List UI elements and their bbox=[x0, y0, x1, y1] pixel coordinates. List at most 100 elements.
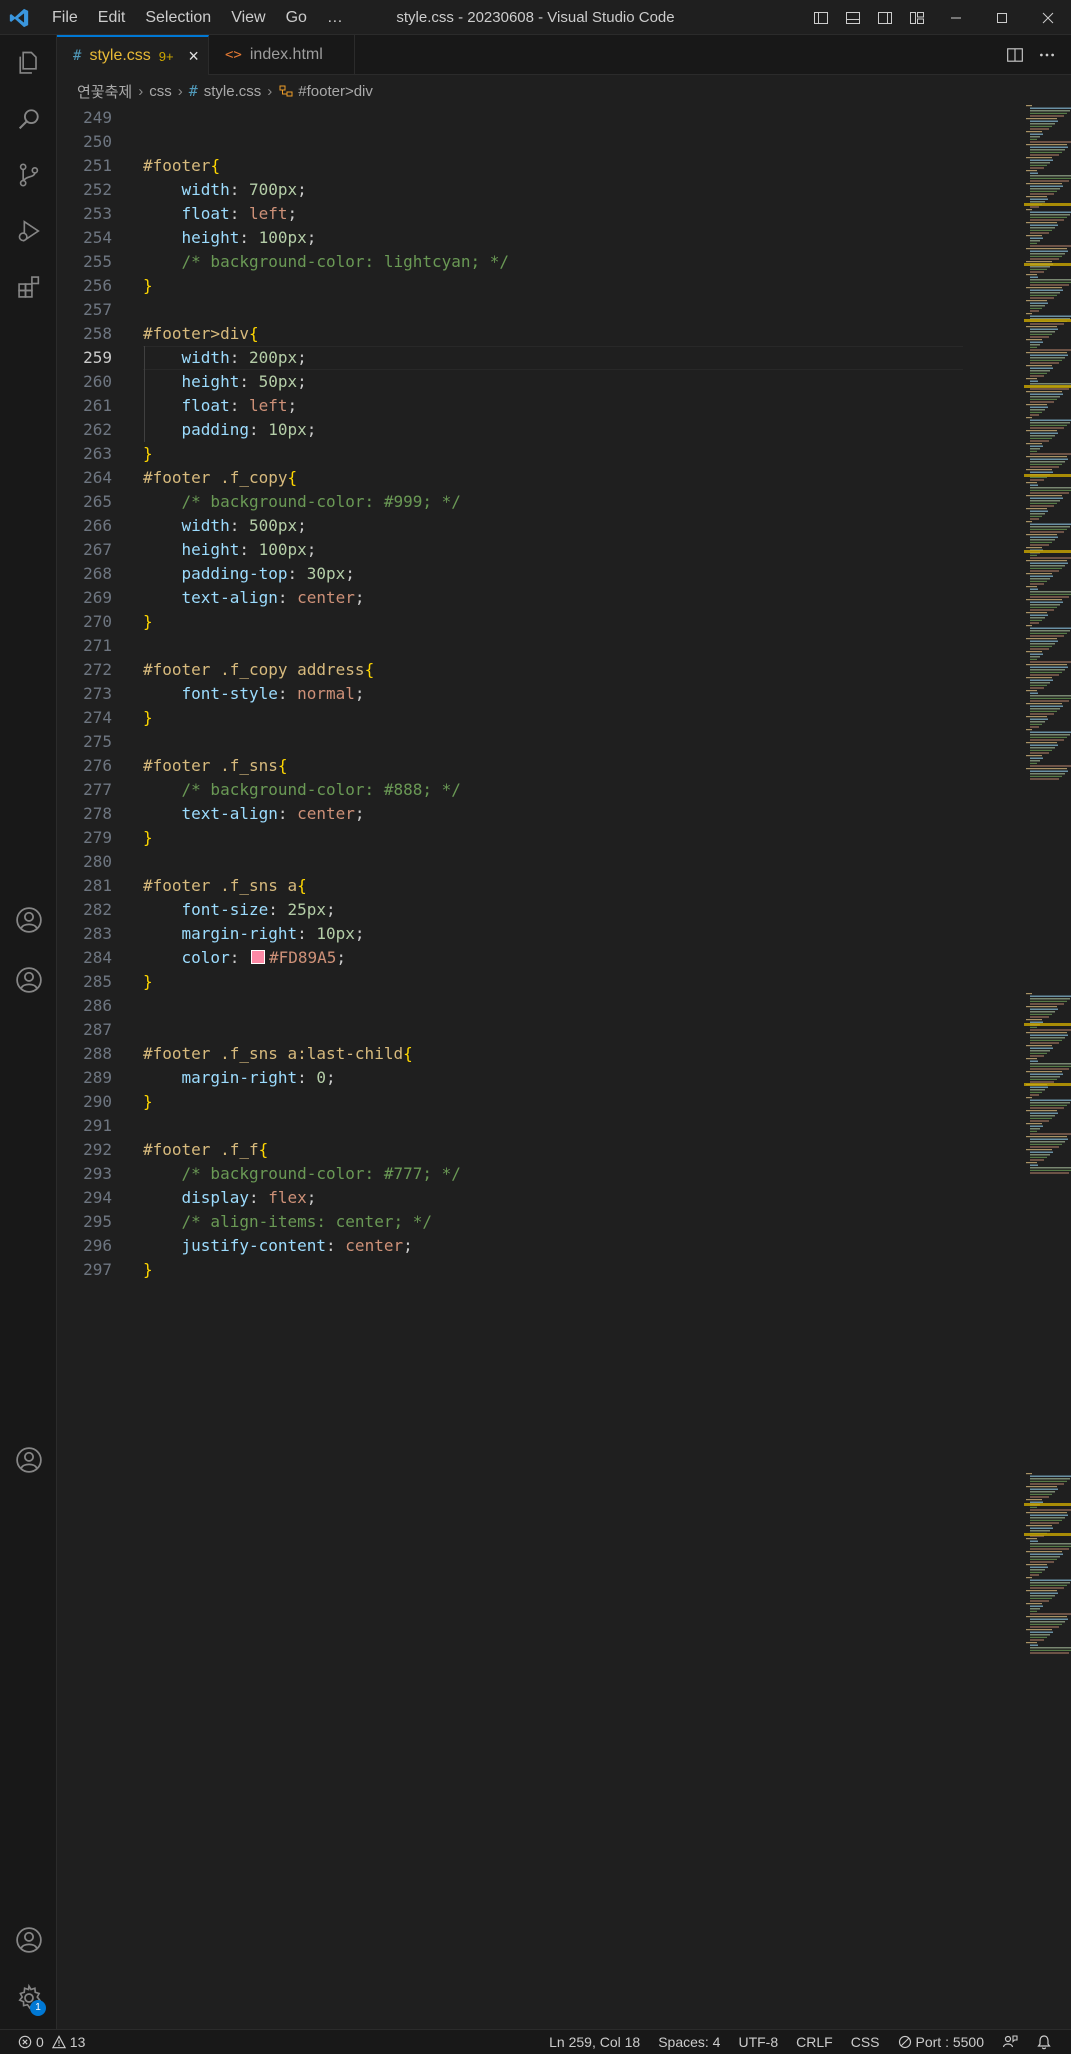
code-line[interactable]: 288 #footer .f_sns a:last-child{ bbox=[57, 1042, 957, 1066]
code-line[interactable]: 279} bbox=[57, 826, 957, 850]
vscode-logo-icon[interactable] bbox=[8, 7, 30, 29]
code-line[interactable]: 250 bbox=[57, 130, 957, 154]
breadcrumb-folder[interactable]: 연꽃축제 bbox=[77, 81, 132, 102]
code-line[interactable]: 256} bbox=[57, 274, 957, 298]
code-line[interactable]: 283 margin-right: 10px; bbox=[57, 922, 957, 946]
extensions-icon[interactable] bbox=[0, 259, 57, 315]
code-line[interactable]: 259 width: 200px; bbox=[57, 346, 957, 370]
search-icon[interactable] bbox=[0, 91, 57, 147]
account-icon[interactable] bbox=[0, 1432, 57, 1488]
code-line[interactable]: 252 width: 700px; bbox=[57, 178, 957, 202]
code-line[interactable]: 284 color: #FD89A5; bbox=[57, 946, 957, 970]
tab-index-html[interactable]: <> index.html bbox=[209, 35, 355, 75]
code-line[interactable]: 266 width: 500px; bbox=[57, 514, 957, 538]
minimap-line bbox=[1030, 305, 1045, 307]
menu-go[interactable]: Go bbox=[276, 0, 317, 35]
code-line[interactable]: 295 /* align-items: center; */ bbox=[57, 1210, 957, 1234]
code-line[interactable]: 273 font-style: normal; bbox=[57, 682, 957, 706]
minimap-line bbox=[1030, 1000, 1067, 1002]
close-tab-icon[interactable]: × bbox=[184, 46, 204, 67]
encoding[interactable]: UTF-8 bbox=[729, 2034, 787, 2050]
code-line[interactable]: 277 /* background-color: #888; */ bbox=[57, 778, 957, 802]
code-line[interactable]: 274} bbox=[57, 706, 957, 730]
code-line[interactable]: 262 padding: 10px; bbox=[57, 418, 957, 442]
minimap-line bbox=[1030, 185, 1063, 187]
run-debug-icon[interactable] bbox=[0, 203, 57, 259]
code-line[interactable]: 282 font-size: 25px; bbox=[57, 898, 957, 922]
code-line[interactable]: 249 bbox=[57, 106, 957, 130]
minimize-icon[interactable] bbox=[933, 0, 979, 35]
cursor-position[interactable]: Ln 259, Col 18 bbox=[540, 2034, 649, 2050]
close-window-icon[interactable] bbox=[1025, 0, 1071, 35]
code-line[interactable]: 276 #footer .f_sns{ bbox=[57, 754, 957, 778]
code-line[interactable]: 261 float: left; bbox=[57, 394, 957, 418]
code-line[interactable]: 251 #footer{ bbox=[57, 154, 957, 178]
menu-selection[interactable]: Selection bbox=[135, 0, 221, 35]
live-server-port[interactable]: Port : 5500 bbox=[889, 2034, 994, 2050]
language-mode[interactable]: CSS bbox=[842, 2034, 889, 2050]
accounts-icon[interactable] bbox=[0, 1912, 57, 1968]
code-line[interactable]: 255 /* background-color: lightcyan; */ bbox=[57, 250, 957, 274]
notifications-bell-icon[interactable] bbox=[1027, 2034, 1061, 2050]
minimap[interactable] bbox=[1024, 103, 1071, 2029]
code-line[interactable]: 272 #footer .f_copy address{ bbox=[57, 658, 957, 682]
toggle-primary-sidebar-icon[interactable] bbox=[805, 0, 837, 35]
code-line[interactable]: 278 text-align: center; bbox=[57, 802, 957, 826]
more-actions-icon[interactable] bbox=[1031, 38, 1063, 73]
code-line[interactable]: 291 bbox=[57, 1114, 957, 1138]
breadcrumb-subfolder[interactable]: css bbox=[149, 83, 172, 100]
files-icon[interactable] bbox=[0, 35, 57, 91]
code-line[interactable]: 292 #footer .f_f{ bbox=[57, 1138, 957, 1162]
menu-edit[interactable]: Edit bbox=[88, 0, 136, 35]
code-line[interactable]: 290} bbox=[57, 1090, 957, 1114]
indentation[interactable]: Spaces: 4 bbox=[649, 2034, 729, 2050]
code-line[interactable]: 258 #footer>div{ bbox=[57, 322, 957, 346]
maximize-icon[interactable] bbox=[979, 0, 1025, 35]
customize-layout-icon[interactable] bbox=[901, 0, 933, 35]
end-of-line[interactable]: CRLF bbox=[787, 2034, 842, 2050]
code-line[interactable]: 267 height: 100px; bbox=[57, 538, 957, 562]
source-control-icon[interactable] bbox=[0, 147, 57, 203]
tab-style-css[interactable]: # style.css 9+ × bbox=[57, 35, 209, 75]
menu-file[interactable]: File bbox=[42, 0, 88, 35]
breadcrumb-file[interactable]: style.css bbox=[204, 83, 262, 100]
code-line[interactable]: 281 #footer .f_sns a{ bbox=[57, 874, 957, 898]
problems-status[interactable]: 0 13 bbox=[18, 2030, 85, 2054]
code-line[interactable]: 270} bbox=[57, 610, 957, 634]
code-line[interactable]: 265 /* background-color: #999; */ bbox=[57, 490, 957, 514]
account-icon[interactable] bbox=[0, 892, 57, 948]
code-line[interactable]: 296 justify-content: center; bbox=[57, 1234, 957, 1258]
breadcrumb-symbol[interactable]: #footer>div bbox=[298, 83, 373, 100]
title-bar: File Edit Selection View Go … style.css … bbox=[0, 0, 1071, 35]
code-line[interactable]: 286 bbox=[57, 994, 957, 1018]
split-editor-icon[interactable] bbox=[999, 38, 1031, 73]
code-line[interactable]: 254 height: 100px; bbox=[57, 226, 957, 250]
manage-gear-icon[interactable]: 1 bbox=[0, 1970, 57, 2026]
account-icon[interactable] bbox=[0, 952, 57, 1008]
code-line[interactable]: 280 bbox=[57, 850, 957, 874]
code-line[interactable]: 293 /* background-color: #777; */ bbox=[57, 1162, 957, 1186]
code-line[interactable]: 253 float: left; bbox=[57, 202, 957, 226]
toggle-panel-icon[interactable] bbox=[837, 0, 869, 35]
feedback-icon[interactable] bbox=[993, 2034, 1027, 2050]
code-line[interactable]: 260 height: 50px; bbox=[57, 370, 957, 394]
code-line[interactable]: 294 display: flex; bbox=[57, 1186, 957, 1210]
code-line[interactable]: 275 bbox=[57, 730, 957, 754]
minimap-line bbox=[1030, 562, 1068, 564]
minimap-line bbox=[1030, 289, 1063, 291]
code-line[interactable]: 268 padding-top: 30px; bbox=[57, 562, 957, 586]
code-line[interactable]: 257 bbox=[57, 298, 957, 322]
code-line[interactable]: 285} bbox=[57, 970, 957, 994]
code-line[interactable]: 264 #footer .f_copy{ bbox=[57, 466, 957, 490]
color-swatch[interactable] bbox=[250, 950, 265, 964]
code-editor[interactable]: 249 250 251 #footer{252 width: 700px; 253 fl… bbox=[57, 103, 1071, 2029]
code-line[interactable]: 263} bbox=[57, 442, 957, 466]
code-line[interactable]: 271 bbox=[57, 634, 957, 658]
code-line[interactable]: 287 bbox=[57, 1018, 957, 1042]
menu-more[interactable]: … bbox=[317, 0, 353, 35]
code-line[interactable]: 289 margin-right: 0; bbox=[57, 1066, 957, 1090]
code-line[interactable]: 297} bbox=[57, 1258, 957, 1282]
toggle-secondary-sidebar-icon[interactable] bbox=[869, 0, 901, 35]
code-line[interactable]: 269 text-align: center; bbox=[57, 586, 957, 610]
menu-view[interactable]: View bbox=[221, 0, 275, 35]
